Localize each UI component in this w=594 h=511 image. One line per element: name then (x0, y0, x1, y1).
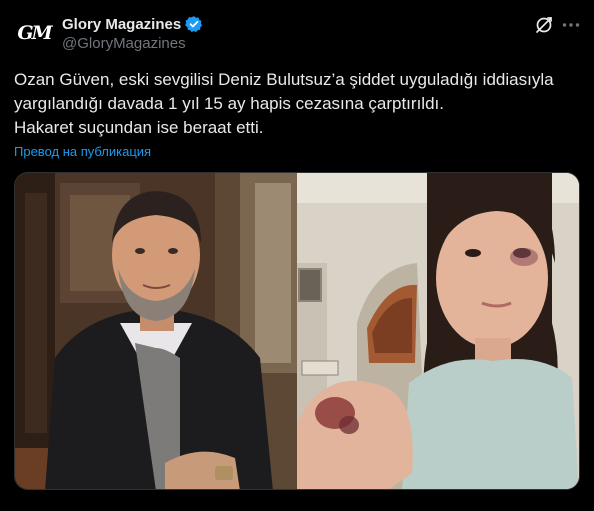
avatar[interactable]: GM (14, 13, 54, 53)
name-row: Glory Magazines (62, 14, 203, 34)
avatar-logo: GM (17, 22, 52, 44)
more-options-icon[interactable] (561, 15, 581, 35)
translate-post-link[interactable]: Превод на публикация (14, 144, 151, 159)
author-info: Glory Magazines @GloryMagazines (62, 14, 203, 52)
photo-man[interactable] (15, 173, 297, 489)
display-name[interactable]: Glory Magazines (62, 16, 181, 33)
tweet-card[interactable]: GM Glory Magazines @GloryMagazines Ozan … (0, 0, 594, 511)
media-grid[interactable] (14, 172, 580, 490)
tweet-text-line: Hakaret suçundan ise beraat etti. (14, 118, 264, 137)
verified-badge-icon (185, 15, 203, 33)
tweet-text: Ozan Güven, eski sevgilisi Deniz Bulutsu… (14, 68, 580, 140)
tweet-text-line: yargılandığı davada 1 yıl 15 ay hapis ce… (14, 94, 444, 113)
grok-icon[interactable] (534, 15, 554, 35)
tweet-text-line: Ozan Güven, eski sevgilisi Deniz Bulutsu… (14, 70, 554, 89)
photo-woman[interactable] (297, 173, 579, 489)
user-handle[interactable]: @GloryMagazines (62, 35, 203, 52)
